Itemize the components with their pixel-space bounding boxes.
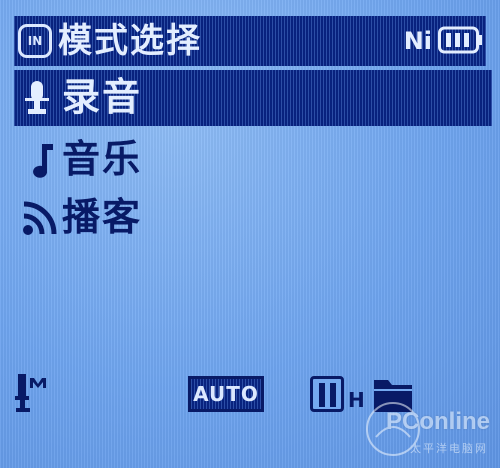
watermark-brand: PConline [385,408,490,435]
menu-item-podcast[interactable]: 播客 [14,190,492,246]
watermark-tagline: 太平洋电脑网 [410,442,488,455]
menu-item-label: 音乐 [62,137,143,181]
title-bar: IN 模式选择 Ni [14,16,486,66]
battery-type-label: Ni [403,27,432,55]
battery-icon [438,26,482,54]
menu-item-label: 录音 [62,75,143,119]
podcast-icon [23,201,57,235]
menu-item-recording[interactable]: 录音 [14,70,492,126]
music-note-icon [33,144,53,178]
mic-status-icon [15,374,46,412]
quality-indicator: H [310,374,370,416]
quality-icon [310,376,344,412]
page-title: 模式选择 [58,21,202,61]
microphone-icon [25,81,49,114]
lcd-screen: IN 模式选择 Ni 录音 音乐 播客 AUTO H PConline 太平洋电… [0,0,500,468]
auto-status-badge: AUTO [188,376,264,412]
site-watermark: PConline 太平洋电脑网 [362,398,492,460]
menu-item-music[interactable]: 音乐 [14,132,492,188]
mode-icon: IN [18,24,52,58]
menu-item-label: 播客 [62,195,143,239]
